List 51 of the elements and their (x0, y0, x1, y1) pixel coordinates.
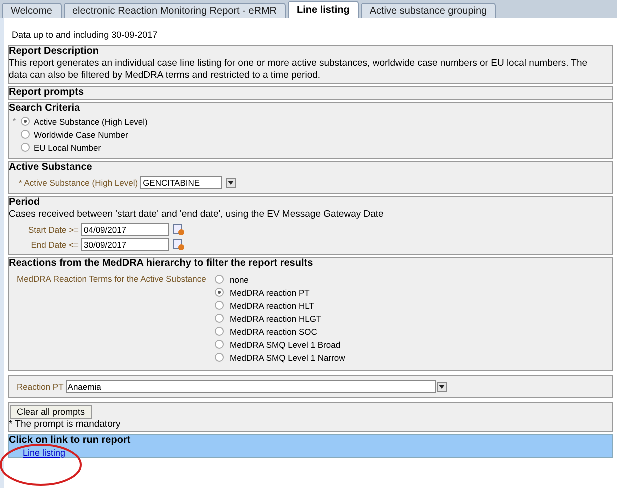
date-field[interactable]: 04/09/2017 (81, 223, 169, 236)
period-text: Cases received between 'start date' and 'end date', using the EV Message Gateway Date (9, 209, 385, 221)
option-label: MedDRA reaction HLT (230, 300, 314, 312)
option-label: MedDRA SMQ Level 1 Broad (230, 338, 341, 350)
dropdown-icon[interactable] (226, 178, 236, 188)
option-label: Active Substance (High Level) (34, 116, 148, 128)
option-label: MedDRA reaction PT (230, 286, 310, 298)
calendar-icon[interactable] (173, 224, 185, 236)
radio-button[interactable] (215, 288, 224, 297)
radio-button[interactable] (215, 327, 224, 336)
tab[interactable]: Line listing (288, 1, 359, 18)
radio-button[interactable] (215, 301, 224, 310)
dropdown-icon[interactable] (436, 382, 447, 392)
option-label: MedDRA reaction HLGT (230, 312, 322, 324)
report-link[interactable]: Line listing (23, 448, 66, 458)
radio-button[interactable] (215, 275, 224, 284)
option-label: EU Local Number (34, 142, 102, 154)
tab[interactable]: electronic Reaction Monitoring Report - eRMR (64, 3, 286, 18)
data-note: Data up to and including 30-09-2017 (11, 29, 159, 41)
tab[interactable]: Active substance grouping (360, 3, 496, 18)
option-label: MedDRA reaction SOC (230, 326, 318, 338)
date-field[interactable]: 30/09/2017 (81, 238, 169, 251)
section-title: Report prompts (9, 87, 85, 99)
reaction-field[interactable]: Anaemia (66, 380, 436, 393)
section-title: Report Description (9, 46, 100, 58)
calendar-icon[interactable] (173, 238, 185, 250)
field-label: End Date <= (30, 238, 80, 250)
tab[interactable]: Welcome (2, 3, 62, 18)
radio-button[interactable] (21, 130, 30, 139)
substance-field[interactable]: GENCITABINE (140, 176, 222, 189)
option-label: Worldwide Case Number (34, 128, 128, 140)
field-label: MedDRA Reaction Terms for the Active Substance (16, 273, 208, 286)
radio-button[interactable] (21, 143, 30, 152)
radio-button[interactable] (21, 117, 30, 126)
radio-button[interactable] (215, 353, 224, 362)
option-label: none (230, 274, 249, 286)
radio-button[interactable] (215, 340, 224, 349)
section-title: Active Substance (9, 162, 94, 174)
radio-button[interactable] (215, 314, 224, 323)
field-label: Reaction PT (17, 380, 64, 392)
mandatory-mark: * (12, 116, 18, 128)
mandatory-note: * The prompt is mandatory (9, 419, 122, 431)
option-label: MedDRA SMQ Level 1 Narrow (230, 352, 346, 364)
section-title: Period (9, 197, 42, 209)
field-label: * Active Substance (High Level) (19, 176, 138, 188)
run-title: Click on link to run report (9, 435, 132, 447)
description-text: This report generates an individual case line listing for one or more active substances, worldwide case numbers or EU local numbers. The data can also be filtered by MedDRA terms and restricted to a time period. (9, 58, 589, 82)
field-label: Start Date >= (27, 224, 80, 236)
section-title: Search Criteria (9, 103, 82, 115)
section-title: Reactions from the MedDRA hierarchy to filter the report results (9, 258, 314, 270)
clear-button[interactable]: Clear all prompts (10, 405, 92, 419)
